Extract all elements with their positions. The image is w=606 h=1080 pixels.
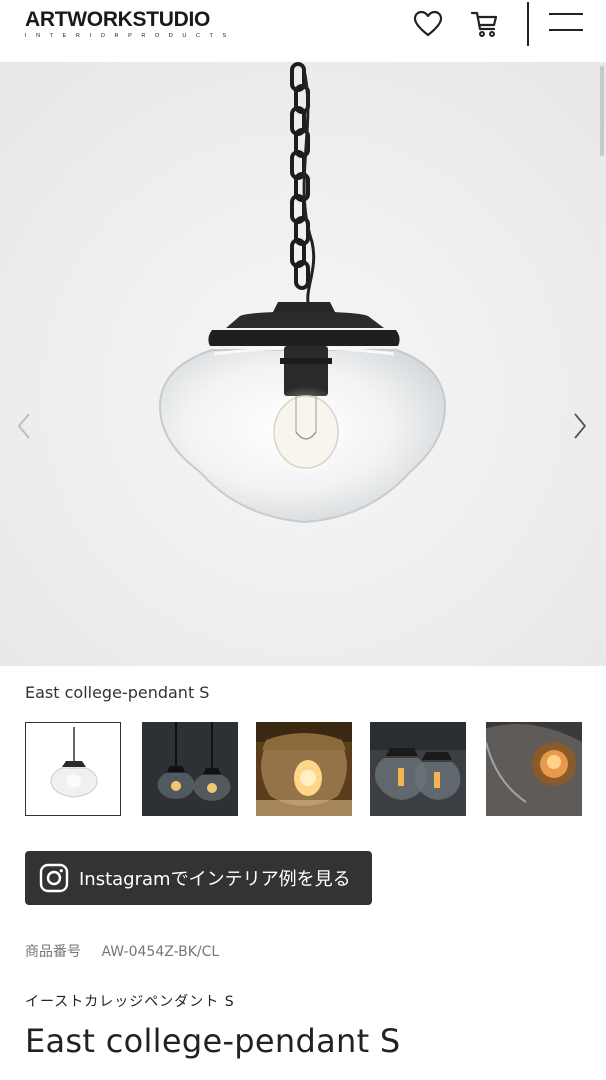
product-title: East college-pendant S [25,1022,401,1060]
page-scrollbar[interactable] [600,66,604,156]
product-number-value: AW-0454Z-BK/CL [101,944,220,960]
site-header: ARTWORKSTUDIO INTERIORPRODUCTS [0,0,606,62]
menu-icon[interactable] [548,6,584,38]
instagram-examples-button[interactable]: Instagramでインテリア例を見る [25,851,372,905]
thumbnail-3[interactable] [256,722,352,816]
chevron-left-icon [17,413,30,439]
brand-logo[interactable]: ARTWORKSTUDIO INTERIORPRODUCTS [25,8,295,40]
instagram-button-label: Instagramでインテリア例を見る [79,869,351,890]
header-divider [527,2,529,46]
product-name-caption: East college-pendant S [25,683,210,702]
thumbnail-4[interactable] [370,722,466,816]
product-number: 商品番号 AW-0454Z-BK/CL [25,941,219,961]
cart-icon[interactable] [468,8,500,40]
product-name-japanese: イーストカレッジペンダント S [25,994,235,1010]
instagram-icon [39,863,69,893]
pendant-lamp-photo [0,62,606,666]
carousel-prev-button[interactable] [12,402,36,450]
chevron-right-icon [574,413,587,439]
thumbnail-5[interactable] [486,722,582,816]
logo-sub-text: INTERIORPRODUCTS [25,33,236,39]
carousel-next-button[interactable] [568,402,592,450]
logo-main-text: ARTWORKSTUDIO [25,8,211,31]
thumbnail-1[interactable] [25,722,121,816]
product-number-label: 商品番号 [25,944,81,960]
thumbnail-2[interactable] [142,722,238,816]
thumbnail-strip [25,722,606,818]
heart-icon[interactable] [412,8,444,40]
product-image-carousel[interactable] [0,62,606,666]
